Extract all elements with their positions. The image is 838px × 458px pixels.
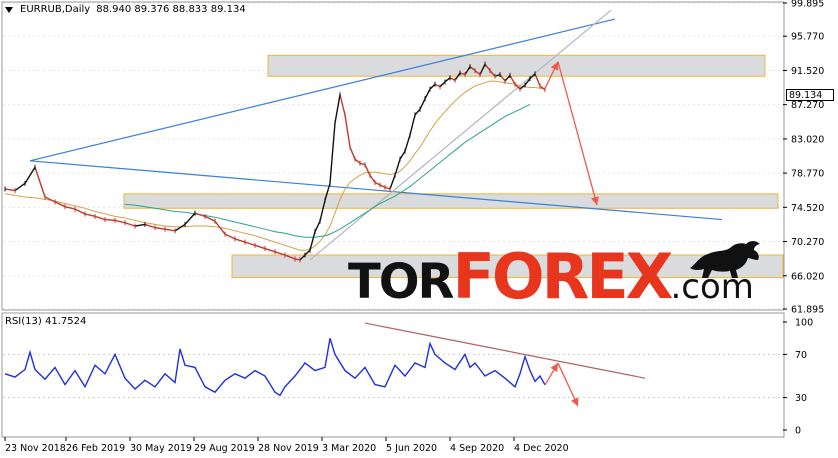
time-tick-label: 4 Sep 2020 — [450, 443, 504, 454]
price-segment — [294, 258, 301, 261]
rsi-tick-label: 30 — [795, 393, 807, 404]
rsi-tick-label: 100 — [795, 318, 813, 329]
chart-window: 99.895 95.770 91.520 87.270 83.020 78.770 74.5… — [0, 0, 838, 458]
price-tick-label: 83.020 — [791, 134, 824, 145]
time-tick-label: 26 Feb 2019 — [66, 443, 125, 454]
time-tick-label: 29 Aug 2019 — [194, 443, 255, 454]
rsi-label: RSI(13) 41.7524 — [5, 316, 87, 327]
price-tick-label: 91.520 — [791, 66, 824, 77]
time-tick-label: 28 Nov 2019 — [258, 443, 319, 454]
price-tick-label: 95.770 — [791, 32, 824, 43]
symbol-label: EURRUB,Daily — [20, 4, 91, 15]
price-segment — [104, 218, 116, 222]
time-tick-label: 30 May 2019 — [130, 443, 192, 454]
ohlc-values: 88.940 89.376 88.833 89.134 — [96, 4, 246, 15]
rsi-tick-label: 0 — [795, 426, 801, 437]
time-tick-label: 23 Nov 2018 — [5, 443, 66, 454]
time-tick-label: 3 Mar 2020 — [322, 443, 376, 454]
triangle-down-icon[interactable] — [5, 6, 13, 13]
rsi-tick-label: 70 — [795, 350, 807, 361]
logo-forex: FOREX — [452, 240, 674, 313]
bull-icon — [690, 241, 760, 278]
zone-1 — [267, 54, 766, 77]
price-tick-label: 66.020 — [791, 271, 824, 282]
last-price-badge: 89.134 — [786, 89, 834, 101]
price-tick-label: 74.520 — [791, 203, 824, 214]
time-tick-label: 5 Jun 2020 — [386, 443, 437, 454]
price-tick-label: 99.895 — [791, 0, 824, 10]
logo-tor: TOR — [348, 254, 455, 310]
chart-header: EURRUB,Daily 88.940 89.376 88.833 89.134 — [5, 4, 246, 15]
price-tick-label: 78.770 — [791, 169, 824, 180]
price-tick-label: 70.270 — [791, 237, 824, 248]
time-tick-label: 4 Dec 2020 — [514, 443, 569, 454]
price-tick-label: 61.895 — [791, 305, 824, 316]
chart-canvas: 99.89595.77091.52087.27083.02078.77074.5… — [1, 0, 824, 454]
rsi-panel-frame — [1, 312, 785, 438]
